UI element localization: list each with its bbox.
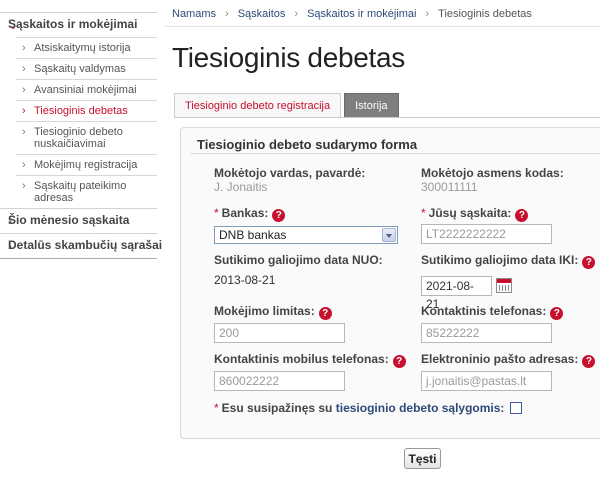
limit-input[interactable]: 200 xyxy=(214,323,345,343)
payer-code-label: Mokėtojo asmens kodas: xyxy=(421,166,564,180)
valid-from-value: 2013-08-21 xyxy=(214,273,276,287)
sidebar-submenu: › Atsiskaitymų istorija › Sąskaitų valdy… xyxy=(16,37,157,208)
help-icon[interactable]: ? xyxy=(392,355,406,368)
valid-to-label-text: Sutikimo galiojimo data IKI: xyxy=(421,253,579,267)
required-mark: * xyxy=(214,401,219,415)
help-icon[interactable]: ? xyxy=(582,256,596,269)
breadcrumb-home[interactable]: Namams xyxy=(172,8,216,20)
sidebar: ⌄ Sąskaitos ir mokėjimai › Atsiskaitymų … xyxy=(0,0,162,259)
sidebar-item-direct-debit-deductions[interactable]: › Tiesioginio debeto nuskaičiavimai xyxy=(16,122,157,155)
bank-label-text: Bankas: xyxy=(221,206,269,220)
sidebar-item-label: Atsiskaitymų istorija xyxy=(34,42,131,54)
agreement-text: Esu susipažinęs su xyxy=(221,401,333,415)
breadcrumb-current: Tiesioginis debetas xyxy=(438,8,532,20)
email-input[interactable]: j.jonaitis@pastas.lt xyxy=(421,371,552,391)
sidebar-section-call-details[interactable]: › Detalūs skambučių sąrašai xyxy=(0,234,162,259)
sidebar-item-account-management[interactable]: › Sąskaitų valdymas xyxy=(16,59,157,80)
email-label-text: Elektroninio pašto adresas: xyxy=(421,352,579,366)
payer-name-label: Mokėtojo vardas, pavardė: xyxy=(214,166,366,180)
phone-label: Kontaktinis telefonas:? xyxy=(421,304,564,320)
continue-button[interactable]: Tęsti xyxy=(404,448,441,469)
breadcrumb-separator: › xyxy=(294,8,299,20)
breadcrumb: Namams › Sąskaitos › Sąskaitos ir mokėji… xyxy=(172,8,532,20)
breadcrumb-separator: › xyxy=(425,8,430,20)
sidebar-section-label: Šio mėnesio sąskaita xyxy=(8,213,130,227)
mobile-label-text: Kontaktinis mobilus telefonas: xyxy=(214,352,389,366)
bank-select-value: DNB bankas xyxy=(219,228,287,242)
chevron-right-icon: › xyxy=(22,126,26,138)
form-title-divider xyxy=(190,153,600,154)
sidebar-item-label: Mokėjimų registracija xyxy=(34,159,138,171)
breadcrumb-payments[interactable]: Sąskaitos ir mokėjimai xyxy=(307,8,416,20)
tab-divider xyxy=(174,117,600,118)
form-title: Tiesioginio debeto sudarymo forma xyxy=(197,137,418,152)
valid-to-label: Sutikimo galiojimo data IKI:? xyxy=(421,253,596,269)
sidebar-item-label: Avansiniai mokėjimai xyxy=(34,84,137,96)
sidebar-section-payments[interactable]: ⌄ Sąskaitos ir mokėjimai xyxy=(0,13,157,37)
chevron-right-icon: › xyxy=(22,180,26,192)
email-label: Elektroninio pašto adresas:? xyxy=(421,352,596,368)
help-icon[interactable]: ? xyxy=(272,209,286,222)
sidebar-item-label: Sąskaitų valdymas xyxy=(34,63,126,75)
mobile-input[interactable]: 860022222 xyxy=(214,371,345,391)
sidebar-item-payment-history[interactable]: › Atsiskaitymų istorija xyxy=(16,38,157,59)
limit-label: Mokėjimo limitas:? xyxy=(214,304,332,320)
valid-from-label: Sutikimo galiojimo data NUO: xyxy=(214,253,383,267)
sidebar-item-direct-debit[interactable]: › Tiesioginis debetas xyxy=(16,101,157,122)
chevron-right-icon: › xyxy=(22,159,26,171)
help-icon[interactable]: ? xyxy=(582,355,596,368)
chevron-right-icon: › xyxy=(22,42,26,54)
agreement-row: * Esu susipažinęs su tiesioginio debeto s… xyxy=(214,401,523,415)
valid-to-date-input[interactable]: 2021-08-21 xyxy=(421,276,492,311)
sidebar-item-advance-payments[interactable]: › Avansiniai mokėjimai xyxy=(16,80,157,101)
mobile-label: Kontaktinis mobilus telefonas:? xyxy=(214,352,406,368)
limit-label-text: Mokėjimo limitas: xyxy=(214,304,315,318)
sidebar-item-billing-address[interactable]: › Sąskaitų pateikimo adresas xyxy=(16,176,157,208)
help-icon[interactable]: ? xyxy=(318,307,332,320)
bank-select[interactable]: DNB bankas xyxy=(214,226,398,244)
agreement-checkbox[interactable] xyxy=(510,402,523,414)
required-mark: * xyxy=(214,206,219,220)
sidebar-section-label: Detalūs skambučių sąrašai xyxy=(8,238,163,252)
tab-bar: Tiesioginio debeto registracija Istorija xyxy=(174,93,402,118)
chevron-right-icon: › xyxy=(22,63,26,75)
breadcrumb-divider xyxy=(165,26,600,27)
sidebar-item-label: Tiesioginis debetas xyxy=(34,105,128,117)
phone-label-text: Kontaktinis telefonas: xyxy=(421,304,547,318)
breadcrumb-separator: › xyxy=(225,8,229,20)
required-mark: * xyxy=(421,206,426,220)
sidebar-section-label: Sąskaitos ir mokėjimai xyxy=(8,17,138,31)
sidebar-section-monthly-bill[interactable]: › Šio mėnesio sąskaita xyxy=(0,208,157,234)
help-icon[interactable]: ? xyxy=(550,307,564,320)
chevron-down-icon[interactable] xyxy=(382,228,396,242)
bank-label: * Bankas:? xyxy=(214,206,286,222)
sidebar-item-payment-registration[interactable]: › Mokėjimų registracija xyxy=(16,155,157,176)
help-icon[interactable]: ? xyxy=(515,209,529,222)
chevron-right-icon: › xyxy=(22,84,26,96)
account-label: * Jūsų sąskaita:? xyxy=(421,206,529,222)
account-label-text: Jūsų sąskaita: xyxy=(428,206,512,220)
account-input[interactable]: LT2222222222 xyxy=(421,224,552,244)
chevron-right-icon: › xyxy=(22,105,26,117)
calendar-icon[interactable] xyxy=(496,278,512,293)
sidebar-item-label: Tiesioginio debeto nuskaičiavimai xyxy=(34,126,123,150)
sidebar-item-label: Sąskaitų pateikimo adresas xyxy=(34,180,127,204)
tab-direct-debit-registration[interactable]: Tiesioginio debeto registracija xyxy=(174,93,342,118)
phone-input[interactable]: 85222222 xyxy=(421,323,552,343)
breadcrumb-accounts[interactable]: Sąskaitos xyxy=(238,8,286,20)
tab-history[interactable]: Istorija xyxy=(344,93,399,117)
payer-name-value: J. Jonaitis xyxy=(214,180,268,194)
payer-code-value: 300011111 xyxy=(421,180,478,194)
terms-link[interactable]: tiesioginio debeto sąlygomis: xyxy=(336,401,505,415)
page-title: Tiesioginis debetas xyxy=(172,42,405,73)
